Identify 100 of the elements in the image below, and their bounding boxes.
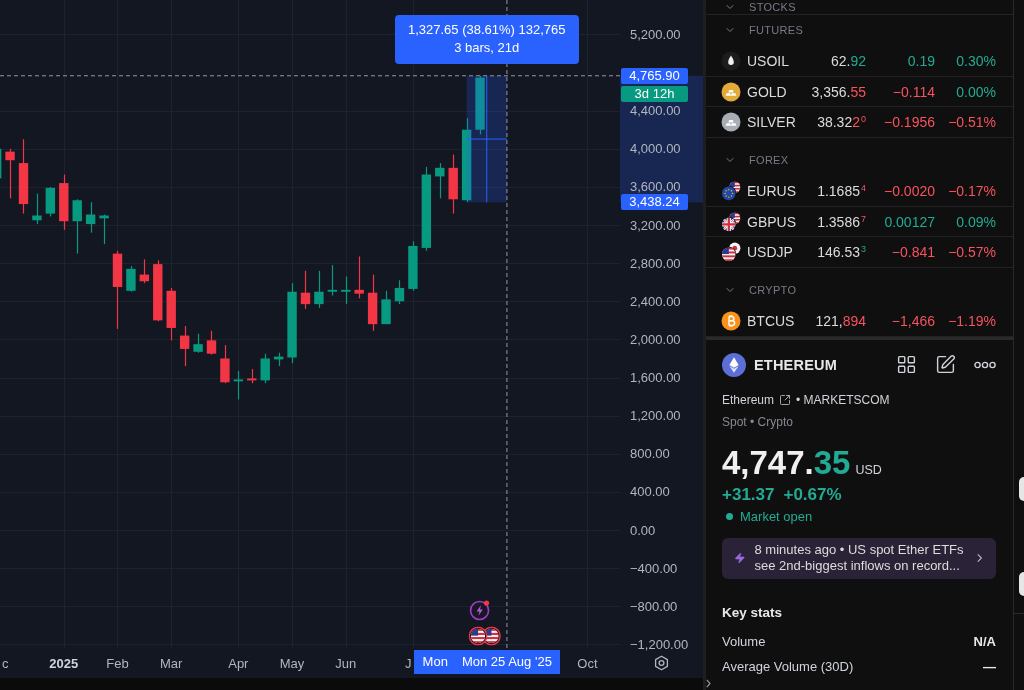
last-price: 38.322$^{0}$ — [817, 114, 866, 131]
price-axis-label: 5,200.00 — [630, 26, 681, 42]
percent-change: −0.57% — [948, 244, 996, 261]
price-axis-label: 2,800.00 — [630, 255, 681, 271]
section-header[interactable]: FOREX — [706, 145, 1013, 177]
price-axis-label: 4,000.00 — [630, 141, 681, 157]
candle — [408, 240, 418, 292]
price-axis-label: 3,600.00 — [630, 179, 681, 195]
flag-icon[interactable] — [469, 627, 487, 645]
candle — [247, 368, 257, 384]
settings-icon[interactable] — [655, 656, 668, 670]
currency-label: USD — [855, 462, 882, 477]
candle — [273, 352, 284, 367]
flag-pair-icon — [721, 242, 741, 263]
watchlist-row[interactable]: SILVER 38.322$^{0}$ −0.1956 −0.51% — [706, 107, 1013, 139]
price-axis-label: 4,400.00 — [630, 103, 681, 119]
price-change: −1,466 — [891, 312, 935, 329]
source-link[interactable]: Ethereum — [722, 392, 775, 407]
ethereum-logo-icon — [722, 352, 746, 377]
candle — [45, 186, 56, 218]
time-axis-label: Oct — [577, 655, 598, 671]
price-axis-label: 2,400.00 — [630, 293, 681, 309]
flag-pair-icon — [721, 180, 741, 201]
last-price: 121,894 — [815, 312, 866, 329]
price-label: 4,765.90 — [621, 67, 688, 84]
time-axis-label: c — [2, 655, 9, 671]
candle — [206, 330, 217, 356]
last-price: 62.92 — [830, 52, 866, 69]
time-axis-label: Mar — [160, 655, 183, 671]
price-axis-label: 800.00 — [630, 446, 670, 462]
candle — [300, 270, 311, 310]
bitcoin-icon — [721, 310, 741, 331]
last-price: 146.53$^{3}$ — [817, 244, 866, 261]
price-change: −0.1956 — [884, 114, 935, 131]
watchlist-row[interactable]: EURUS 1.1685$^{4}$ −0.0020 −0.17% — [706, 176, 1013, 207]
symbol-name: ETHEREUM — [754, 356, 837, 373]
watchlist-row[interactable]: USOIL 62.92 0.19 0.30% — [706, 46, 1013, 77]
section-header[interactable]: FUTURES — [706, 15, 1013, 46]
section-header[interactable]: CRYPTO — [706, 275, 1013, 307]
price-label: 3,438.24 — [621, 194, 688, 211]
symbol-label: GOLD — [747, 83, 788, 100]
stat-label: Average Volume (30D) — [722, 659, 854, 675]
news-headline: 8 minutes ago • US spot Ether ETFs see 2nd-biggest inflows on record... — [754, 542, 964, 575]
section-header[interactable]: STOCKS — [706, 0, 1013, 14]
candle — [327, 264, 338, 297]
candle — [32, 192, 42, 225]
percent-change: −1.19% — [948, 312, 996, 329]
candle — [475, 75, 485, 136]
time-axis-label: J — [405, 655, 412, 671]
symbol-label: USDJP — [747, 244, 794, 261]
chevron-right-icon[interactable] — [706, 679, 711, 688]
oil-drop-icon — [721, 50, 741, 71]
countdown-label: 3d 12h — [621, 85, 688, 102]
section-title: Key stats — [722, 603, 783, 622]
watchlist-row[interactable]: GBPUS 1.3586$^{7}$ 0.00127 0.09% — [706, 206, 1013, 238]
candle — [166, 287, 176, 341]
news-card[interactable]: 8 minutes ago • US spot Ether ETFs see 2nd-biggest inflows on record... — [722, 537, 996, 579]
symbol-label: USOIL — [747, 52, 790, 69]
price-axis-label: 1,600.00 — [630, 370, 681, 385]
bullion-icon — [721, 81, 741, 102]
date-label: Mon — [413, 650, 454, 674]
lightning-event-icon[interactable] — [470, 600, 490, 620]
candle — [260, 353, 270, 384]
edit-icon[interactable] — [935, 354, 956, 376]
current-price: 4,747.35 — [722, 443, 851, 482]
last-price: 1.1685$^{4}$ — [817, 182, 866, 199]
candle — [354, 255, 364, 300]
candle — [394, 279, 405, 305]
percent-change: −0.51% — [948, 114, 996, 131]
candle — [5, 148, 15, 199]
candle — [314, 270, 324, 309]
candle — [367, 274, 378, 332]
symbol-label: GBPUS — [747, 213, 797, 230]
candle — [85, 201, 96, 234]
candle — [233, 370, 244, 401]
measure-tooltip: 1,327.65 (38.61%) 132,765 3 bars, 21d — [394, 14, 579, 64]
flag-pair-icon — [721, 211, 741, 232]
watchlist-row[interactable]: BTCUS 121,894 −1,466 −1.19% — [706, 306, 1013, 337]
time-axis-label: Jun — [335, 655, 357, 671]
price-change: +31.37 — [722, 484, 775, 505]
candle — [341, 275, 351, 305]
candle — [448, 153, 458, 215]
external-link-icon[interactable] — [779, 393, 792, 406]
watchlist-row[interactable]: USDJP 146.53$^{3}$ −0.841 −0.57% — [706, 237, 1013, 269]
lightning-icon — [734, 552, 746, 565]
price-axis-label: 0.00 — [630, 522, 656, 538]
candle — [153, 259, 163, 322]
grid-icon[interactable] — [896, 354, 917, 376]
date-label: Mon 25 Aug '25 — [453, 650, 560, 674]
candle — [59, 173, 69, 231]
watchlist-row[interactable]: GOLD 3,356.55 −0.114 0.00% — [706, 76, 1013, 108]
stat-value: — — [983, 659, 996, 675]
price-axis-label: 1,200.00 — [630, 408, 681, 424]
bullion-icon — [721, 112, 741, 133]
candle — [435, 162, 445, 199]
time-axis-label: May — [279, 655, 305, 671]
price-axis-label: 400.00 — [630, 484, 670, 500]
candle — [126, 265, 136, 293]
more-icon[interactable] — [974, 360, 996, 369]
candle — [99, 213, 109, 245]
